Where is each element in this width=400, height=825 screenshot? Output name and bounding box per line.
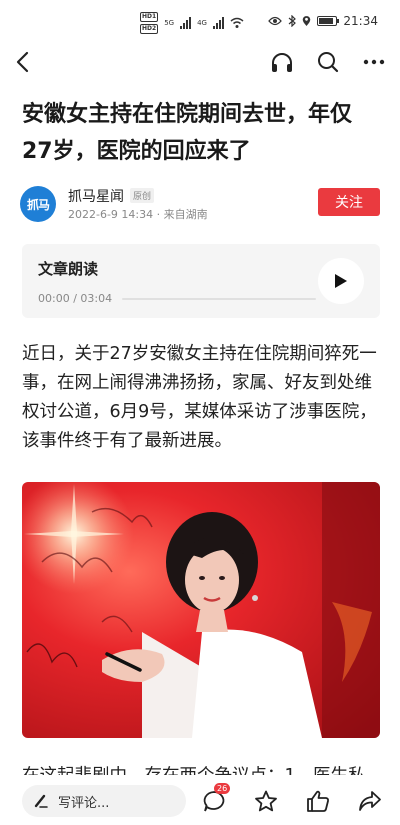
back-icon [16,51,29,73]
comments-button[interactable]: 26 [200,783,231,815]
like-button[interactable] [304,787,332,815]
status-bar: HD1 HD2 5G 4G 21:34 [0,0,400,40]
signal-icon-2 [212,17,224,29]
search-icon [318,52,339,73]
audio-player-card: 文章朗读 00:00 / 03:04 [22,244,380,318]
play-icon [335,274,347,288]
search-button[interactable] [314,48,342,76]
author-row: 抓马 抓马星闻 原创 2022-6-9 14:34 · 来自湖南 关注 [20,184,382,224]
article-paragraph: 近日，关于27岁安徽女主持在住院期间猝死一事，在网上闹得沸沸扬扬，家属、好友到处… [22,344,377,451]
comment-placeholder: 写评论... [58,795,110,811]
status-right: 21:34 [268,14,378,28]
listen-button[interactable] [268,48,296,76]
share-icon [359,791,381,811]
back-button[interactable] [8,48,36,76]
avatar[interactable]: 抓马 [20,186,56,222]
photo-illustration [22,482,380,738]
article-title: 安徽女主持在住院期间去世，年仅27岁，医院的回应来了 [22,102,353,164]
original-badge: 原创 [130,188,155,203]
play-button[interactable] [318,258,364,304]
bluetooth-icon [289,15,297,27]
audio-progress-bar[interactable] [122,298,316,300]
status-left: HD1 HD2 5G 4G [140,12,244,34]
favorite-button[interactable] [252,787,280,815]
star-icon [255,790,277,811]
hd1-indicator: HD1 [140,12,159,22]
headphones-icon [272,53,292,72]
share-button[interactable] [356,787,384,815]
battery-icon [317,16,340,26]
comment-count-badge: 26 [214,783,231,794]
pen-icon [34,794,48,808]
bottom-action-bar: 写评论... 26 [0,775,400,825]
hd-indicators: HD1 HD2 [140,12,159,34]
status-time: 21:34 [343,14,378,28]
eye-icon [268,16,283,26]
network-5g-label: 5G [164,19,175,27]
author-name[interactable]: 抓马星闻 [68,186,124,206]
top-nav-bar [0,40,400,84]
more-button[interactable] [360,48,388,76]
location-icon [303,16,311,26]
publish-meta: 2022-6-9 14:34 · 来自湖南 [68,208,208,221]
audio-time: 00:00 / 03:04 [38,292,113,305]
more-icon [363,59,385,65]
follow-button[interactable]: 关注 [318,188,380,216]
hd2-indicator: HD2 [140,24,159,34]
audio-title: 文章朗读 [38,260,99,278]
comment-input[interactable]: 写评论... [22,785,186,817]
wifi-icon [230,17,244,28]
article-photo[interactable] [22,482,380,738]
network-4g-label: 4G [197,19,207,27]
signal-icon [180,17,192,29]
thumbs-up-icon [307,790,329,812]
